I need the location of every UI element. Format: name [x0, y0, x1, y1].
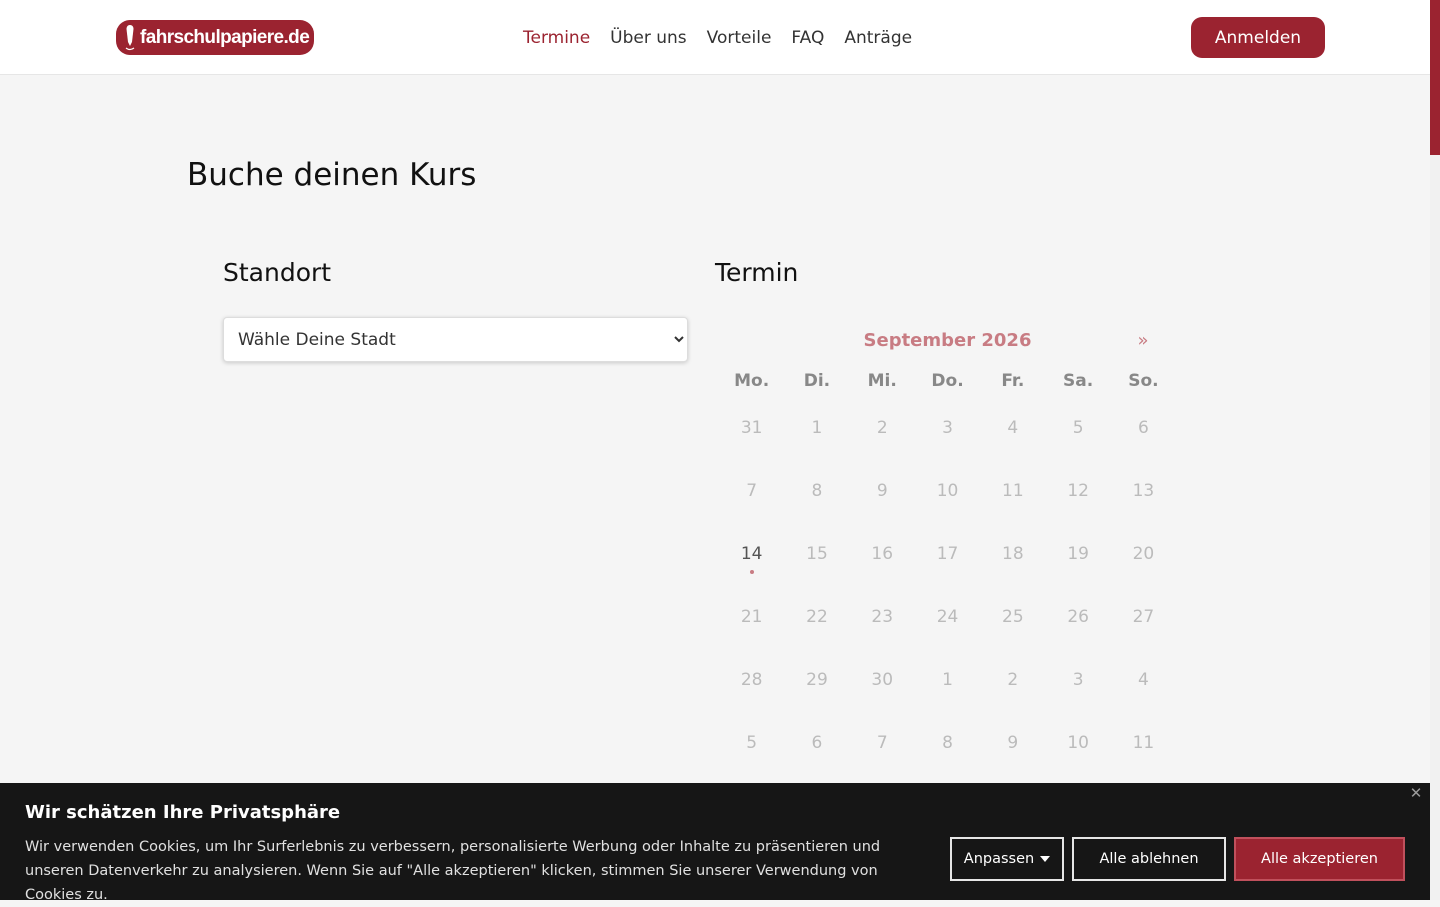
appointment-title: Termin — [715, 258, 799, 287]
calendar-day: 4 — [1007, 418, 1019, 438]
calendar-day: 7 — [746, 481, 758, 501]
calendar-day: 5 — [746, 733, 758, 753]
calendar-day: 24 — [936, 607, 959, 627]
page-title: Buche deinen Kurs — [187, 157, 477, 193]
calendar-day: 18 — [1002, 544, 1024, 564]
calendar-day: 11 — [1002, 481, 1024, 501]
calendar-day: 30 — [871, 670, 894, 690]
calendar-day: 6 — [811, 733, 823, 753]
calendar-day: 12 — [1067, 481, 1089, 501]
calendar-day: 3 — [942, 418, 953, 438]
calendar-day: 8 — [811, 481, 823, 501]
calendar-weekday: Fr. — [1001, 371, 1025, 391]
calendar-day: 10 — [936, 481, 959, 501]
customize-label: Anpassen — [963, 851, 1035, 867]
calendar-day: 22 — [806, 607, 828, 627]
nav-item-ueber-uns[interactable]: Über uns — [600, 24, 697, 52]
calendar-day: 8 — [942, 733, 953, 753]
scrollbar-thumb[interactable] — [1430, 0, 1440, 155]
nav-item-vorteile[interactable]: Vorteile — [697, 24, 782, 52]
calendar-day: 5 — [1072, 418, 1084, 438]
calendar-day: 31 — [740, 418, 763, 438]
calendar-month: September 2026 — [863, 330, 1032, 351]
nav-item-antraege[interactable]: Anträge — [834, 24, 922, 52]
site-header: fahrschulpapiere.de Termine Über uns Vor… — [0, 0, 1430, 75]
calendar-day: 6 — [1138, 418, 1149, 438]
city-select[interactable]: Wähle Deine Stadt — [223, 317, 688, 362]
calendar-weekday: Sa. — [1063, 371, 1094, 391]
customize-button[interactable]: Anpassen — [950, 837, 1064, 881]
accept-all-button[interactable]: Alle akzeptieren — [1234, 837, 1405, 881]
page-scrollbar[interactable] — [1430, 0, 1440, 900]
calendar-day: 3 — [1072, 670, 1084, 690]
calendar-day: 2 — [1007, 670, 1019, 690]
calendar-day: 10 — [1067, 733, 1089, 753]
calendar-day: 17 — [936, 544, 959, 564]
cookie-text: Wir verwenden Cookies, um Ihr Surferlebn… — [25, 839, 881, 903]
calendar-day: 26 — [1067, 607, 1089, 627]
logo-text: fahrschulpapiere.de — [140, 26, 310, 48]
calendar-weekday: Di. — [803, 371, 831, 391]
calendar-day: 11 — [1132, 733, 1155, 753]
calendar-weekday: Mo. — [734, 371, 770, 391]
calendar-weekday: Do. — [931, 371, 964, 391]
calendar-day: 9 — [1007, 733, 1019, 753]
site-logo[interactable]: fahrschulpapiere.de — [116, 20, 314, 55]
calendar-grid: Mo. Di. Mi. Do. Fr. Sa. So. 31 1 2 3 4 5 6 7 8 9 10 11 12 13… — [719, 366, 1176, 774]
calendar-day: 16 — [871, 544, 894, 564]
calendar-day-available[interactable]: 14 — [719, 522, 784, 585]
caret-down-icon — [1040, 856, 1051, 862]
calendar-day: 28 — [740, 670, 763, 690]
calendar-day: 23 — [871, 607, 894, 627]
calendar-day: 4 — [1138, 670, 1149, 690]
calendar-day: 19 — [1067, 544, 1089, 564]
login-button[interactable]: Anmelden — [1191, 17, 1325, 58]
close-icon[interactable]: ✕ — [1406, 783, 1426, 803]
location-title: Standort — [223, 258, 332, 287]
calendar-day: 2 — [876, 418, 888, 438]
reject-all-button[interactable]: Alle ablehnen — [1072, 837, 1226, 881]
calendar-next-month-button[interactable]: » — [1132, 328, 1154, 354]
calendar-day: 25 — [1002, 607, 1024, 627]
cookie-title: Wir schätzen Ihre Privatsphäre — [25, 802, 341, 823]
calendar-day: 9 — [876, 481, 888, 501]
main-nav: Termine Über uns Vorteile FAQ Anträge — [513, 24, 922, 52]
calendar-day: 20 — [1132, 544, 1155, 564]
calendar-day: 1 — [811, 418, 823, 438]
nav-item-termine[interactable]: Termine — [513, 24, 600, 52]
calendar-weekday: So. — [1128, 371, 1159, 391]
calendar-day: 7 — [876, 733, 888, 753]
calendar-day: 1 — [942, 670, 953, 690]
calendar-weekday: Mi. — [867, 371, 897, 391]
nav-item-faq[interactable]: FAQ — [781, 24, 834, 52]
calendar-day: 21 — [740, 607, 763, 627]
calendar-day: 15 — [806, 544, 828, 564]
pen-icon — [125, 24, 135, 50]
calendar-day: 13 — [1132, 481, 1155, 501]
calendar-day: 29 — [806, 670, 828, 690]
calendar-day: 27 — [1132, 607, 1155, 627]
